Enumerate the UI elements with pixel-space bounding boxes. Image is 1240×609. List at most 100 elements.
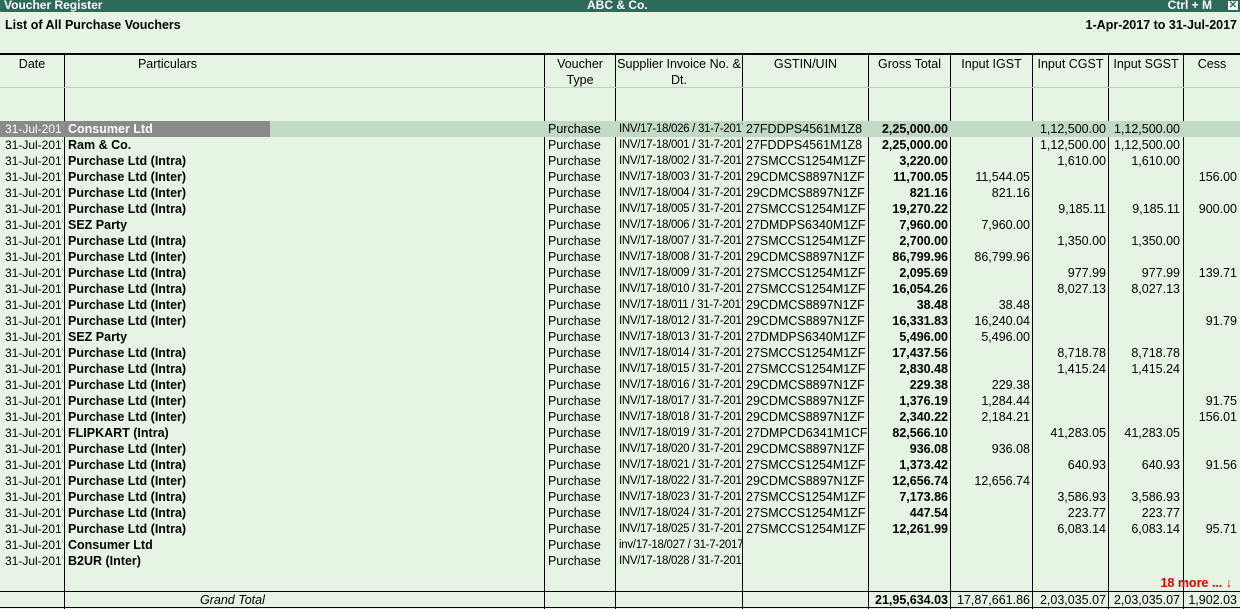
row-gstin: 27SMCCS1254M1ZF — [746, 346, 866, 360]
row-particulars: SEZ Party — [68, 218, 128, 232]
table-row[interactable]: 31-Jul-2017 SEZ Party Purchase INV/17-18/01… — [0, 329, 1240, 345]
table-row[interactable]: 31-Jul-2017 Purchase Ltd (Inter) Purchase I… — [0, 297, 1240, 313]
row-date: 31-Jul-2017 — [5, 554, 63, 568]
table-row[interactable]: 31-Jul-2017 Purchase Ltd (Intra) Purchase I… — [0, 345, 1240, 361]
table-row[interactable]: 31-Jul-2017 Purchase Ltd (Intra) Purchase I… — [0, 361, 1240, 377]
row-gross-total: 447.54 — [909, 506, 948, 520]
row-voucher-type: Purchase — [548, 378, 601, 392]
table-row[interactable]: 31-Jul-2017 Purchase Ltd (Intra) Purchase I… — [0, 153, 1240, 169]
row-gstin: 29CDMCS8897N1ZF — [746, 394, 865, 408]
row-supplier-invoice: INV/17-18/026 / 31-7-2017 — [619, 123, 743, 135]
row-date: 31-Jul-2017 — [5, 362, 63, 376]
row-voucher-type: Purchase — [548, 170, 601, 184]
row-gstin: 27SMCCS1254M1ZF — [746, 522, 866, 536]
row-gross-total — [870, 537, 948, 553]
table-row[interactable]: 31-Jul-2017 Purchase Ltd (Intra) Purchase I… — [0, 505, 1240, 521]
row-supplier-invoice: INV/17-18/006 / 31-7-2017 — [619, 219, 743, 231]
table-row[interactable]: 31-Jul-2017 Purchase Ltd (Inter) Purchase I… — [0, 169, 1240, 185]
row-input-cgst — [1033, 473, 1106, 489]
row-gstin: 29CDMCS8897N1ZF — [746, 314, 865, 328]
row-cess — [1185, 217, 1237, 233]
row-cess — [1185, 121, 1237, 137]
row-input-sgst: 1,415.24 — [1131, 362, 1180, 376]
table-row[interactable]: 31-Jul-2017 Purchase Ltd (Inter) Purchase I… — [0, 313, 1240, 329]
table-row[interactable]: 31-Jul-2017 Purchase Ltd (Inter) Purchase I… — [0, 185, 1240, 201]
table-row[interactable]: 31-Jul-2017 Purchase Ltd (Inter) Purchase I… — [0, 409, 1240, 425]
row-input-igst — [952, 457, 1030, 473]
row-gross-total: 17,437.56 — [892, 346, 948, 360]
row-input-igst: 86,799.96 — [974, 250, 1030, 264]
row-input-igst — [952, 137, 1030, 153]
row-gross-total: 86,799.96 — [892, 250, 948, 264]
table-row[interactable]: 31-Jul-2017 SEZ Party Purchase INV/17-18/00… — [0, 217, 1240, 233]
row-date: 31-Jul-2017 — [5, 442, 63, 456]
table-row[interactable]: 31-Jul-2017 Purchase Ltd (Inter) Purchase I… — [0, 441, 1240, 457]
row-date: 31-Jul-2017 — [5, 186, 63, 200]
company-name: ABC & Co. — [587, 0, 648, 12]
row-date: 31-Jul-2017 — [5, 266, 63, 280]
table-row[interactable]: 31-Jul-2017 Purchase Ltd (Inter) Purchase I… — [0, 393, 1240, 409]
row-gross-total: 936.08 — [909, 442, 948, 456]
row-particulars: SEZ Party — [68, 330, 128, 344]
row-particulars: B2UR (Inter) — [68, 554, 141, 568]
row-voucher-type: Purchase — [548, 138, 601, 152]
table-row[interactable]: 31-Jul-2017 Purchase Ltd (Inter) Purchase I… — [0, 249, 1240, 265]
table-row[interactable]: 31-Jul-2017 Purchase Ltd (Intra) Purchase I… — [0, 489, 1240, 505]
row-input-sgst: 3,586.93 — [1131, 490, 1180, 504]
row-input-cgst — [1033, 297, 1106, 313]
row-cess — [1185, 473, 1237, 489]
table-row[interactable]: 31-Jul-2017 Purchase Ltd (Intra) Purchase I… — [0, 521, 1240, 537]
grand-total-label: Grand Total — [200, 593, 265, 607]
table-row[interactable]: 31-Jul-2017 Purchase Ltd (Inter) Purchase I… — [0, 377, 1240, 393]
row-cess: 91.56 — [1205, 458, 1237, 472]
row-cess: 91.79 — [1205, 314, 1237, 328]
table-row[interactable]: 31-Jul-2017 Consumer Ltd Purchase INV/17-18… — [0, 121, 1240, 137]
row-input-igst — [952, 121, 1030, 137]
row-gstin: 27DMDPS6340M1ZF — [746, 218, 866, 232]
table-row[interactable]: 31-Jul-2017 Purchase Ltd (Intra) Purchase I… — [0, 281, 1240, 297]
row-cess — [1185, 345, 1237, 361]
table-row[interactable]: 31-Jul-2017 Ram & Co. Purchase INV/17-18/00… — [0, 137, 1240, 153]
row-input-sgst — [1110, 329, 1180, 345]
row-voucher-type: Purchase — [548, 506, 601, 520]
row-input-igst: 1,284.44 — [981, 394, 1030, 408]
report-period[interactable]: 1-Apr-2017 to 31-Jul-2017 — [1086, 18, 1237, 32]
row-gross-total — [870, 553, 948, 569]
row-input-sgst — [1110, 249, 1180, 265]
row-supplier-invoice: INV/17-18/003 / 31-7-2017 — [619, 171, 743, 183]
row-input-cgst: 8,027.13 — [1057, 282, 1106, 296]
row-supplier-invoice: INV/17-18/013 / 31-7-2017 — [619, 331, 743, 343]
table-row[interactable]: 31-Jul-2017 Purchase Ltd (Intra) Purchase I… — [0, 201, 1240, 217]
row-input-igst — [952, 345, 1030, 361]
col-header-cess: Cess — [1197, 57, 1227, 71]
row-input-igst — [952, 521, 1030, 537]
close-icon[interactable]: ✕ — [1228, 1, 1238, 11]
row-input-sgst: 640.93 — [1141, 458, 1180, 472]
row-voucher-type: Purchase — [548, 394, 601, 408]
table-row[interactable]: 31-Jul-2017 Purchase Ltd (Intra) Purchase I… — [0, 265, 1240, 281]
row-gstin: 29CDMCS8897N1ZF — [746, 378, 865, 392]
row-voucher-type: Purchase — [548, 282, 601, 296]
more-indicator[interactable]: 18 more ... ↓ — [1160, 576, 1232, 590]
row-gstin: 27SMCCS1254M1ZF — [746, 266, 866, 280]
row-input-cgst — [1033, 185, 1106, 201]
row-date: 31-Jul-2017 — [5, 410, 63, 424]
row-input-sgst — [1110, 313, 1180, 329]
row-gross-total: 1,373.42 — [899, 458, 948, 472]
row-gstin — [746, 537, 868, 553]
row-particulars: Purchase Ltd (Inter) — [68, 410, 187, 424]
row-particulars: Purchase Ltd (Inter) — [68, 378, 187, 392]
row-gross-total: 2,700.00 — [899, 234, 948, 248]
row-gross-total: 16,331.83 — [892, 314, 948, 328]
table-row[interactable]: 31-Jul-2017 Purchase Ltd (Intra) Purchase I… — [0, 233, 1240, 249]
row-input-igst: 5,496.00 — [981, 330, 1030, 344]
row-particulars: Purchase Ltd (Intra) — [68, 202, 187, 216]
table-row[interactable]: 31-Jul-2017 Purchase Ltd (Inter) Purchase I… — [0, 473, 1240, 489]
table-row[interactable]: 31-Jul-2017 Consumer Ltd Purchase inv/17-18… — [0, 537, 1240, 553]
row-date: 31-Jul-2017 — [5, 394, 63, 408]
table-row[interactable]: 31-Jul-2017 FLIPKART (Intra) Purchase INV/1… — [0, 425, 1240, 441]
col-header-gstin: GSTIN/UIN — [773, 57, 838, 71]
row-date: 31-Jul-2017 — [5, 314, 63, 328]
table-row[interactable]: 31-Jul-2017 Purchase Ltd (Intra) Purchase I… — [0, 457, 1240, 473]
table-row[interactable]: 31-Jul-2017 B2UR (Inter) Purchase INV/17-18… — [0, 553, 1240, 569]
